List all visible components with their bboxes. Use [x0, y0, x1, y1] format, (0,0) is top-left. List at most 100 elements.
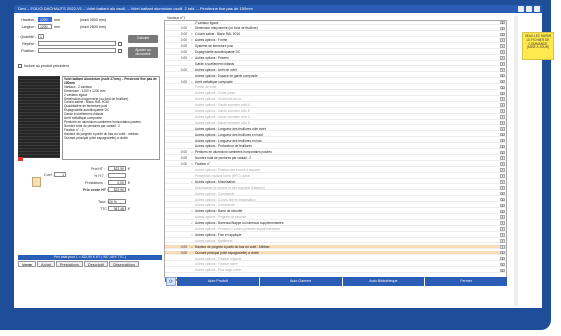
quantite-input[interactable]: 1: [38, 34, 44, 39]
auto-produit-button[interactable]: Auto Produit: [177, 277, 259, 286]
chevron-down-icon[interactable]: ▾: [500, 209, 505, 214]
chevron-down-icon[interactable]: ▾: [500, 221, 505, 225]
close-icon[interactable]: [534, 6, 540, 12]
option-row[interactable]: Autres options : Poignée de sécurité ▾: [165, 215, 506, 220]
option-row[interactable]: Autres options : Longueur des feuillures…: [165, 138, 506, 144]
chevron-down-icon[interactable]: ▾: [500, 162, 505, 166]
chevron-down-icon[interactable]: ▾: [500, 121, 505, 125]
add-to-document-button[interactable]: Ajouter au document: [128, 47, 158, 58]
chevron-down-icon[interactable]: ▾: [500, 215, 505, 220]
option-row[interactable]: Autres options : Fixation Imposte ▾: [165, 256, 506, 262]
chevron-down-icon[interactable]: ▾: [500, 73, 505, 78]
option-row[interactable]: 0.00 Nombre total de pentures par vantail…: [165, 156, 506, 161]
option-row[interactable]: ⌕ Autres options : Fixe en applique ▾: [165, 233, 506, 238]
refresh-icon[interactable]: ⟳: [166, 277, 176, 286]
window-scrollbar[interactable]: [514, 16, 518, 306]
option-row[interactable]: Autres options : Garde sommier côté C ▾: [165, 115, 506, 120]
chevron-down-icon[interactable]: ▾: [500, 115, 505, 119]
option-row[interactable]: Autres options : Profondeur de feuillure…: [165, 144, 506, 150]
chevron-down-icon[interactable]: ▾: [500, 239, 505, 243]
minimize-icon[interactable]: [518, 6, 524, 12]
option-row[interactable]: 0.00 ⌕ Arrêt métallique composite ▾: [165, 80, 506, 85]
chevron-down-icon[interactable]: ▾: [500, 256, 505, 261]
chevron-down-icon[interactable]: ▾: [500, 67, 505, 72]
chevron-down-icon[interactable]: ▾: [500, 103, 505, 107]
repere-input[interactable]: [38, 41, 116, 46]
pdf-icon[interactable]: [18, 157, 23, 161]
chevron-down-icon[interactable]: ▾: [500, 268, 505, 273]
chevron-down-icon[interactable]: ▾: [500, 109, 505, 113]
option-row[interactable]: Autres options : Pentures / contre-pentu…: [165, 227, 506, 232]
chevron-down-icon[interactable]: ▾: [500, 38, 505, 43]
option-row[interactable]: Autres options : Commande ▾: [165, 191, 506, 197]
chevron-down-icon[interactable]: ▾: [500, 203, 505, 208]
chevron-down-icon[interactable]: ▾: [500, 250, 505, 255]
chevron-down-icon[interactable]: ▾: [500, 174, 505, 178]
option-row[interactable]: Autres options : Fixation barre ▾: [165, 262, 506, 268]
chevron-down-icon[interactable]: ▾: [500, 21, 505, 25]
option-row[interactable]: Autres options : Longueur des feuillures…: [165, 126, 506, 132]
option-row[interactable]: Autres options : Espace de garde composi…: [165, 73, 506, 79]
option-row[interactable]: 0.00 Ouvrant principal (côté espagnolette…: [165, 250, 506, 256]
calc-button[interactable]: Calculer: [128, 35, 158, 43]
chevron-down-icon[interactable]: ▾: [500, 244, 505, 249]
chevron-down-icon[interactable]: ▾: [500, 191, 505, 196]
chevron-down-icon[interactable]: ▾: [500, 150, 505, 155]
chevron-down-icon[interactable]: ▾: [500, 233, 505, 237]
chevron-down-icon[interactable]: ▾: [500, 62, 505, 66]
option-row[interactable]: Autres options : Coloris fixe et motoris…: [165, 197, 506, 203]
chevron-down-icon[interactable]: ▾: [500, 156, 505, 161]
chevron-down-icon[interactable]: ▾: [500, 227, 505, 231]
option-row[interactable]: Autres options : Plus large coffre ▾: [165, 268, 506, 273]
coef-input[interactable]: 1: [54, 172, 66, 177]
option-row[interactable]: Autres options : Garde sommier côté B ▾: [165, 109, 506, 114]
chevron-down-icon[interactable]: ▾: [500, 262, 505, 267]
repere-checkbox[interactable]: [118, 41, 122, 46]
option-row[interactable]: 0.00 ⌕ Hauteur de poignée à partir du bas …: [165, 244, 506, 250]
chevron-down-icon[interactable]: ▾: [500, 97, 505, 102]
option-row[interactable]: Perséption coulisse barre (RPC) option ▾: [165, 174, 506, 179]
option-row[interactable]: Autres options : Longueur des feuillures…: [165, 133, 506, 138]
tab-descriptif[interactable]: Descriptif: [83, 261, 108, 267]
chevron-down-icon[interactable]: ▾: [500, 26, 505, 31]
option-row[interactable]: Autres options : Commande ▾: [165, 203, 506, 209]
auto-gamme-button[interactable]: Auto Gamme: [259, 277, 342, 286]
tab-observations[interactable]: Observations: [108, 261, 140, 267]
option-row[interactable]: ⌕ Autres options : Barre de sécurité ▾: [165, 209, 506, 214]
chevron-down-icon[interactable]: ▾: [500, 185, 505, 190]
option-row[interactable]: 0.00 ⌕ Autres options : Priseés ▾: [165, 56, 506, 61]
chevron-down-icon[interactable]: ▾: [500, 50, 505, 54]
maximize-icon[interactable]: [526, 6, 532, 12]
ht-percent-input[interactable]: [108, 173, 126, 178]
option-row[interactable]: 0.00 Dimension maçonnerie (ou fond de feu…: [165, 26, 506, 32]
tab-prestations[interactable]: Prestations: [55, 261, 83, 267]
option-row[interactable]: ⌕ Autres options : Barreaux/Nappe ou barr…: [165, 221, 506, 226]
option-row[interactable]: 0.00 ⌕ Coloris satiné : Blanc RAL 9016 ▾: [165, 32, 506, 37]
option-row[interactable]: Motorisation (le moteur et ses supports …: [165, 185, 506, 191]
chevron-down-icon[interactable]: ▾: [500, 126, 505, 131]
chevron-down-icon[interactable]: ▾: [500, 32, 505, 37]
option-row[interactable]: Garde à scellement châssis ▾: [165, 62, 506, 67]
include-checkbox[interactable]: [18, 64, 22, 68]
tab-achat[interactable]: Achat: [37, 261, 55, 267]
option-row[interactable]: Autres options : Position des barres à e…: [165, 168, 506, 173]
largeur-input[interactable]: 1200: [38, 24, 52, 29]
option-row[interactable]: 0.00 ⌕ Fixation n° ▾: [165, 162, 506, 167]
chevron-down-icon[interactable]: ▾: [500, 85, 505, 90]
option-row[interactable]: 2 vantaux égaux ▾: [165, 21, 506, 26]
option-row[interactable]: 0.00 ⌕ Autres options : Forme ▾: [165, 38, 506, 43]
hauteur-input[interactable]: 1200: [38, 17, 52, 22]
chevron-down-icon[interactable]: ▾: [500, 91, 505, 96]
chevron-down-icon[interactable]: ▾: [500, 197, 505, 202]
chevron-down-icon[interactable]: ▾: [500, 138, 505, 143]
auto-bibliotheque-button[interactable]: Auto Bibliothèque: [342, 277, 425, 286]
option-row[interactable]: Autres options : Garde sommier côté D ▾: [165, 121, 506, 126]
option-row[interactable]: 0.00 ⌕ Pentures en aluminium cambrées hori…: [165, 150, 506, 155]
option-row[interactable]: Autres options : Cintre bas de vo ▾: [165, 97, 506, 102]
option-row[interactable]: ⌕ Autres options : Motorisation ▾: [165, 180, 506, 185]
chevron-down-icon[interactable]: ▾: [500, 180, 505, 184]
chevron-down-icon[interactable]: ▾: [500, 168, 505, 172]
chevron-down-icon[interactable]: ▾: [500, 56, 505, 60]
option-row[interactable]: Autres options : Garde sommier côté A ▾: [165, 103, 506, 108]
chevron-down-icon[interactable]: ▾: [500, 144, 505, 149]
